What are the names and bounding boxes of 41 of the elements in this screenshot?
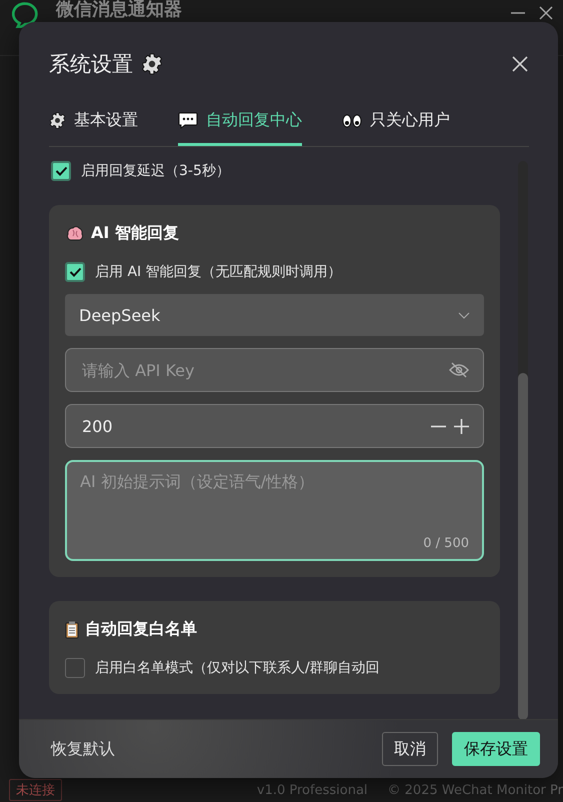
checkbox-label: 启用 AI 智能回复（无匹配规则时调用） (95, 263, 342, 281)
cancel-button[interactable]: 取消 (382, 732, 438, 766)
save-button[interactable]: 保存设置 (452, 732, 540, 766)
app-title: 微信消息通知器 (56, 0, 182, 20)
settings-tab[interactable]: 基本设置 (49, 110, 138, 146)
plus-icon[interactable] (454, 418, 469, 434)
prompt-textarea[interactable]: AI 初始提示词（设定语气/性格） (80, 472, 469, 536)
checkbox[interactable] (65, 658, 85, 678)
settings-tab[interactable]: 自动回复中心 (178, 110, 302, 146)
checkbox-label: 启用回复延迟（3-5秒） (81, 162, 230, 180)
number-input[interactable]: 200 (80, 416, 431, 436)
clipboard-icon (65, 620, 79, 638)
section-title: 自动回复白名单 (85, 619, 197, 640)
dialog-title: 系统设置 (49, 51, 133, 78)
version-text: v1.0 Professional (256, 782, 368, 798)
scrollbar[interactable] (518, 161, 528, 720)
checkmark-icon (68, 267, 82, 277)
section-title: AI 智能回复 (91, 223, 179, 244)
close-icon[interactable] (539, 6, 553, 20)
checkmark-icon (54, 166, 68, 176)
api-key-input[interactable]: 请输入 API Key (80, 360, 449, 380)
reset-defaults-link[interactable]: 恢复默认 (51, 738, 115, 760)
eyes-icon (342, 112, 362, 128)
character-counter: 0 / 500 (423, 536, 469, 551)
checkbox[interactable] (51, 161, 71, 181)
speech-bubble-icon (178, 112, 198, 129)
api-key-field[interactable]: 请输入 API Key (65, 348, 484, 392)
eye-off-icon[interactable] (449, 362, 469, 378)
gear-icon (141, 53, 163, 75)
settings-tab[interactable]: 只关心用户 (342, 110, 450, 146)
model-select[interactable]: DeepSeek (65, 294, 484, 336)
number-field[interactable]: 200 (65, 404, 484, 448)
close-icon[interactable] (512, 56, 528, 72)
checkbox[interactable] (65, 262, 85, 282)
copyright-text: © 2025 WeChat Monitor Pr (388, 782, 563, 798)
chevron-down-icon (458, 312, 470, 318)
connection-status: 未连接 (9, 779, 62, 801)
chat-logo-icon (12, 2, 38, 28)
brain-icon (65, 226, 85, 242)
gear-icon (49, 112, 66, 129)
checkbox-label: 启用白名单模式（仅对以下联系人/群聊自动回 (95, 659, 380, 677)
